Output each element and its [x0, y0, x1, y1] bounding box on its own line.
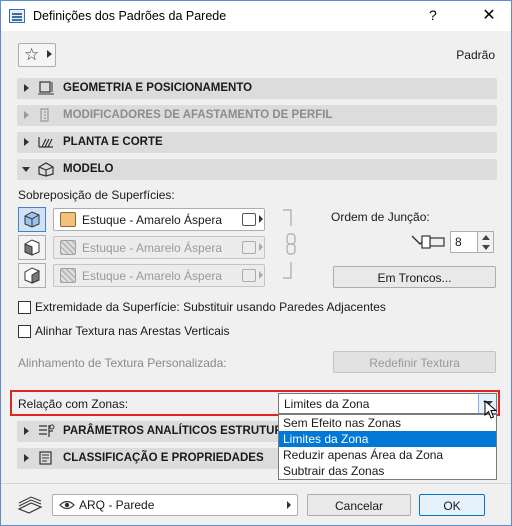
edge-surface-checkbox-label[interactable]: Extremidade da Superfície: Substituir us… — [35, 300, 386, 314]
align-texture-checkbox[interactable] — [18, 325, 31, 338]
wall-all-surfaces-icon — [24, 211, 40, 228]
chevron-right-icon — [259, 271, 263, 279]
section-label: MODIFICADORES DE AFASTAMENTO DE PERFIL — [63, 109, 333, 121]
junction-order-icon — [411, 235, 445, 249]
chevron-right-icon — [259, 243, 263, 251]
expand-arrow-icon — [24, 427, 29, 435]
wall-reference-side-icon — [24, 239, 40, 256]
surface-override-label: Sobreposição de Superfícies: — [18, 188, 175, 202]
expand-arrow-icon — [24, 84, 29, 92]
close-button[interactable]: ✕ — [477, 5, 501, 27]
star-icon: ☆ — [24, 45, 40, 64]
collapse-arrow-icon — [22, 167, 30, 172]
material-swatch — [60, 268, 76, 283]
structural-analysis-icon — [39, 424, 55, 437]
surface-material-reference[interactable]: Estuque - Amarelo Áspera — [53, 208, 265, 231]
title-bar: Definições dos Padrões da Parede ? ✕ — [1, 1, 511, 31]
chain-link-icon[interactable] — [279, 206, 297, 282]
reset-texture-button: Redefinir Textura — [333, 351, 496, 373]
chevron-right-icon — [47, 50, 52, 58]
dialog-settings-icon — [9, 9, 25, 23]
material-name: Estuque - Amarelo Áspera — [82, 213, 223, 227]
section-label: CLASSIFICAÇÃO E PROPRIEDADES — [63, 452, 264, 464]
section-model[interactable]: MODELO — [17, 159, 497, 180]
junction-order-label: Ordem de Junção: — [331, 210, 430, 224]
material-swatch — [60, 212, 76, 227]
default-label: Padrão — [456, 48, 495, 62]
zone-option-reduce-area[interactable]: Reduzir apenas Área da Zona — [279, 447, 496, 463]
cancel-button[interactable]: Cancelar — [307, 494, 411, 516]
help-button[interactable]: ? — [429, 7, 437, 23]
junction-order-stepper[interactable] — [478, 231, 494, 253]
mouse-cursor-icon — [484, 400, 498, 419]
image-icon — [242, 241, 256, 254]
classification-icon — [39, 451, 52, 465]
favorites-button[interactable]: ☆ — [18, 43, 56, 67]
surface-override-toggle-opposite[interactable] — [18, 263, 46, 288]
junction-order-input[interactable]: 8 — [450, 231, 478, 253]
wall-tool-icon — [17, 496, 43, 514]
window-title: Definições dos Padrões da Parede — [33, 9, 227, 23]
zone-relation-label: Relação com Zonas: — [18, 397, 129, 411]
expand-arrow-icon — [24, 454, 29, 462]
view-set-selector[interactable]: ARQ - Parede — [52, 494, 298, 516]
section-plan-and-section[interactable]: PLANTA E CORTE — [17, 132, 497, 153]
profile-modifier-icon — [40, 108, 49, 122]
edge-surface-checkbox[interactable] — [18, 301, 31, 314]
material-name: Estuque - Amarelo Áspera — [82, 269, 223, 283]
image-icon — [242, 269, 256, 282]
chevron-right-icon — [259, 215, 263, 223]
chevron-right-icon — [287, 501, 291, 509]
chevron-down-icon[interactable] — [482, 245, 490, 250]
section-label: MODELO — [63, 163, 114, 175]
align-texture-checkbox-label[interactable]: Alinhar Textura nas Arestas Verticais — [35, 324, 230, 338]
geometry-icon — [38, 81, 54, 95]
section-label: PLANTA E CORTE — [63, 136, 163, 148]
surface-override-toggle-all[interactable] — [18, 207, 46, 232]
wall-default-settings-dialog: Definições dos Padrões da Parede ? ✕ ☆ P… — [0, 0, 512, 526]
section-geometry[interactable]: GEOMETRIA E POSICIONAMENTO — [17, 78, 497, 99]
footer-divider — [1, 483, 511, 484]
ok-button[interactable]: OK — [419, 494, 485, 516]
section-label: PARÂMETROS ANALÍTICOS ESTRUTURAIS — [63, 425, 302, 437]
material-swatch — [60, 240, 76, 255]
eye-icon — [59, 500, 75, 510]
surface-material-opposite: Estuque - Amarelo Áspera — [53, 236, 265, 259]
surface-override-toggle-reference[interactable] — [18, 235, 46, 260]
section-label: GEOMETRIA E POSICIONAMENTO — [63, 82, 253, 94]
zone-relation-dropdown: Sem Efeito nas Zonas Limites da Zona Red… — [278, 414, 497, 480]
zone-relation-select[interactable]: Limites da Zona — [278, 393, 497, 414]
3d-model-icon — [38, 162, 54, 177]
expand-arrow-icon — [24, 138, 29, 146]
wall-opposite-side-icon — [24, 267, 40, 284]
chevron-up-icon[interactable] — [482, 235, 490, 240]
zone-option-subtract[interactable]: Subtrair das Zonas — [279, 463, 496, 479]
image-icon — [242, 213, 256, 226]
floor-plan-icon — [38, 137, 53, 148]
zone-option-zone-boundary[interactable]: Limites da Zona — [279, 431, 496, 447]
custom-texture-label: Alinhamento de Textura Personalizada: — [18, 356, 227, 370]
view-set-label: ARQ - Parede — [79, 498, 155, 512]
zone-option-no-effect[interactable]: Sem Efeito nas Zonas — [279, 415, 496, 431]
expand-arrow-icon — [24, 111, 29, 119]
section-profile-modifiers[interactable]: MODIFICADORES DE AFASTAMENTO DE PERFIL — [17, 105, 497, 126]
material-name: Estuque - Amarelo Áspera — [82, 241, 223, 255]
surface-material-edge: Estuque - Amarelo Áspera — [53, 264, 265, 287]
logs-button[interactable]: Em Troncos... — [333, 266, 496, 288]
zone-relation-value: Limites da Zona — [284, 397, 370, 411]
